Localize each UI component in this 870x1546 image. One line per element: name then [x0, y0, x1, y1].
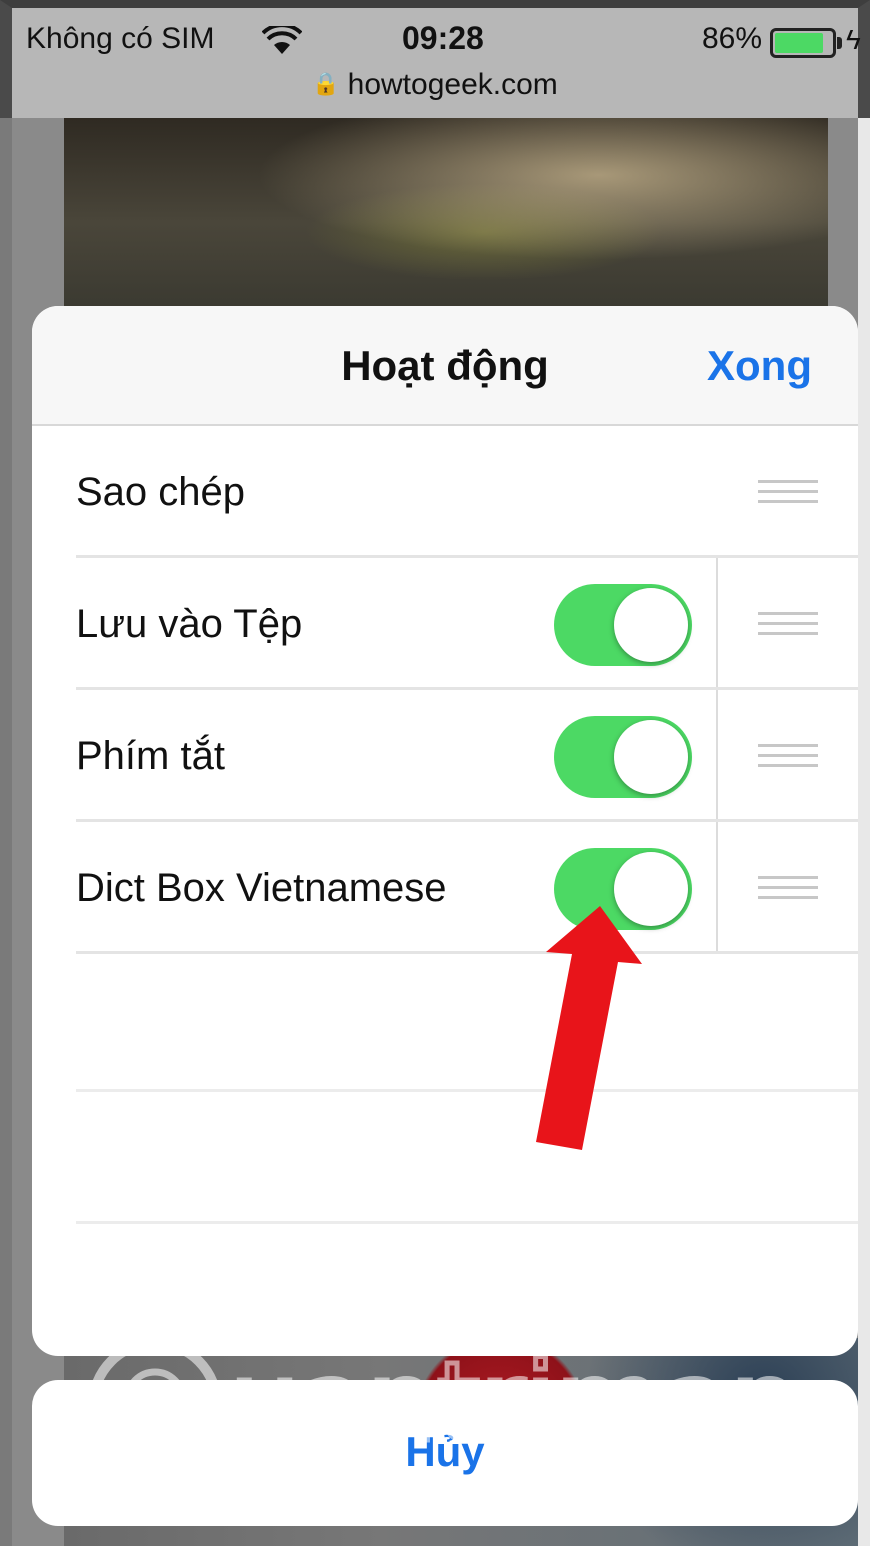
- url-text: howtogeek.com: [347, 68, 558, 101]
- done-button[interactable]: Xong: [707, 342, 812, 390]
- activity-label: Lưu vào Tệp: [76, 602, 303, 646]
- toggle-knob: [614, 720, 688, 794]
- activity-row-copy: Sao chép: [32, 426, 858, 558]
- empty-row-divider: [76, 1089, 858, 1092]
- column-separator: [716, 822, 718, 954]
- row-divider: [76, 951, 858, 954]
- save-to-files-toggle[interactable]: [554, 584, 692, 666]
- clock: 09:28: [402, 20, 484, 56]
- battery-percent: 86%: [702, 22, 763, 55]
- charging-bolt-icon: ϟ: [846, 24, 861, 55]
- column-separator: [716, 690, 718, 822]
- cancel-button[interactable]: Hủy: [32, 1380, 858, 1526]
- page-side-strip: [858, 118, 870, 1546]
- address-bar[interactable]: 🔒 howtogeek.com: [12, 68, 858, 102]
- activity-row-shortcuts: Phím tắt: [32, 690, 858, 822]
- activity-row-dict-box: Dict Box Vietnamese: [32, 822, 858, 954]
- reorder-handle-icon[interactable]: [758, 744, 818, 768]
- activity-row-save-to-files: Lưu vào Tệp: [32, 558, 858, 690]
- empty-row-divider: [76, 1221, 858, 1224]
- reorder-handle-icon[interactable]: [758, 480, 818, 504]
- carrier-label: Không có SIM: [26, 22, 215, 55]
- shortcuts-toggle[interactable]: [554, 716, 692, 798]
- battery-icon: [770, 28, 836, 58]
- reorder-handle-icon[interactable]: [758, 612, 818, 636]
- wifi-icon: [262, 26, 302, 54]
- column-separator: [716, 558, 718, 690]
- activity-label: Phím tắt: [76, 734, 225, 778]
- sheet-header: Hoạt động Xong: [32, 306, 858, 426]
- battery-fill: [775, 33, 824, 53]
- cancel-label: Hủy: [405, 1428, 485, 1475]
- lock-icon: 🔒: [312, 71, 340, 96]
- red-arrow-annotation: [536, 906, 642, 1150]
- battery-nub: [837, 37, 842, 49]
- article-hero-image: [64, 118, 828, 308]
- toggle-knob: [614, 588, 688, 662]
- status-bar: Không có SIM 09:28 86% ϟ 🔒 howtogeek.com: [0, 0, 870, 118]
- reorder-handle-icon[interactable]: [758, 876, 818, 900]
- activity-label: Dict Box Vietnamese: [76, 866, 447, 910]
- activities-sheet: Hoạt động Xong Sao chép Lưu vào Tệp Phím…: [32, 306, 858, 1356]
- activity-label: Sao chép: [76, 470, 246, 514]
